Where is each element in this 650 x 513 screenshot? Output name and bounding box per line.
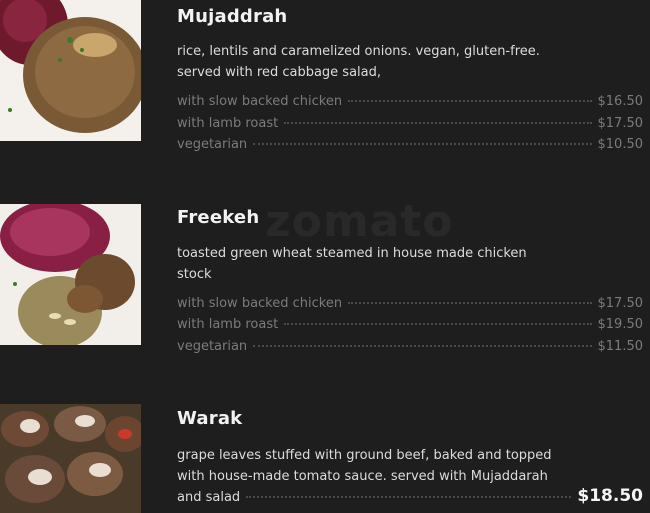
item-title: Mujaddrah bbox=[177, 6, 288, 27]
dot-leader bbox=[348, 302, 592, 304]
option-label: vegetarian bbox=[177, 339, 248, 354]
price-option: with slow backed chicken $17.50 bbox=[177, 296, 643, 317]
price-option: vegetarian $11.50 bbox=[177, 339, 643, 360]
option-price: $19.50 bbox=[597, 317, 644, 332]
option-price: $17.50 bbox=[597, 296, 644, 311]
dot-leader bbox=[253, 345, 592, 347]
price-option: with slow backed chicken $16.50 bbox=[177, 94, 643, 115]
mujaddrah-photo bbox=[0, 0, 141, 141]
dot-leader bbox=[284, 323, 592, 325]
price-option: vegetarian $10.50 bbox=[177, 137, 643, 158]
dot-leader bbox=[348, 100, 592, 102]
description-line: and salad bbox=[177, 490, 241, 505]
description-line: with house-made tomato sauce. served wit… bbox=[177, 469, 548, 484]
dot-leader bbox=[253, 143, 592, 145]
freekeh-photo bbox=[0, 204, 141, 345]
option-label: with slow backed chicken bbox=[177, 94, 343, 109]
item-price: $18.50 bbox=[577, 486, 643, 506]
dot-leader bbox=[284, 122, 592, 124]
option-price: $16.50 bbox=[597, 94, 644, 109]
option-price: $11.50 bbox=[597, 339, 644, 354]
watermark: zomato bbox=[265, 196, 454, 247]
option-price: $10.50 bbox=[597, 137, 644, 152]
item-description: grape leaves stuffed with ground beef, b… bbox=[177, 445, 597, 487]
option-label: with lamb roast bbox=[177, 116, 279, 131]
option-label: with lamb roast bbox=[177, 317, 279, 332]
price-line: and salad $18.50 bbox=[177, 486, 643, 506]
item-description: toasted green wheat steamed in house mad… bbox=[177, 246, 527, 282]
price-option: with lamb roast $17.50 bbox=[177, 116, 643, 137]
dot-leader bbox=[246, 496, 572, 498]
item-title: Warak bbox=[177, 408, 243, 429]
option-price: $17.50 bbox=[597, 116, 644, 131]
price-option: with lamb roast $19.50 bbox=[177, 317, 643, 338]
option-label: vegetarian bbox=[177, 137, 248, 152]
item-title: Freekeh bbox=[177, 207, 260, 228]
item-description: rice, lentils and caramelized onions. ve… bbox=[177, 44, 540, 80]
option-label: with slow backed chicken bbox=[177, 296, 343, 311]
description-line: grape leaves stuffed with ground beef, b… bbox=[177, 448, 552, 463]
warak-photo bbox=[0, 404, 141, 513]
